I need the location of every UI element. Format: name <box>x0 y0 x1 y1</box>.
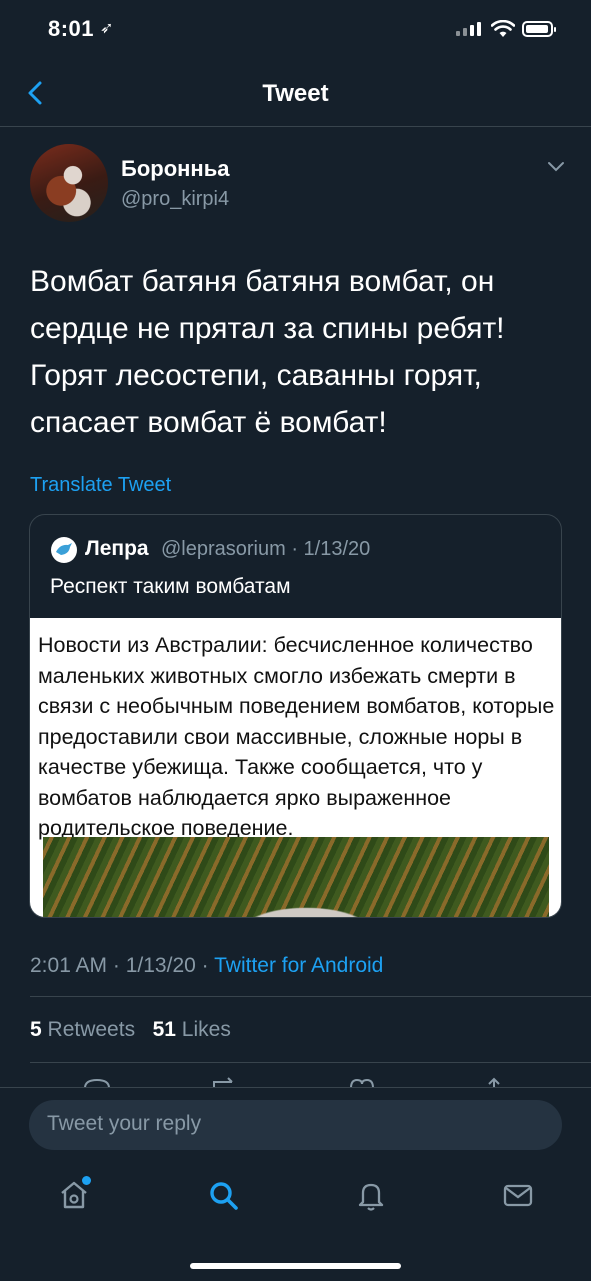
reply-icon[interactable] <box>82 1074 112 1088</box>
header-divider <box>0 126 591 127</box>
quoted-tweet[interactable]: Лепра @leprasorium · 1/13/20 Респект так… <box>29 514 562 918</box>
notifications-icon[interactable] <box>354 1178 388 1212</box>
quote-text: Респект таким вомбатам <box>50 575 291 598</box>
stats-divider-bottom <box>30 1062 591 1063</box>
location-arrow-icon: ➶ <box>100 20 114 37</box>
translate-tweet-link[interactable]: Translate Tweet <box>30 474 171 497</box>
cellular-signal-icon <box>456 22 481 36</box>
status-time: 8:01 <box>48 16 95 41</box>
tweet-source-link[interactable]: Twitter for Android <box>214 954 383 977</box>
wifi-icon <box>491 20 515 37</box>
likes-label: Likes <box>181 1018 231 1041</box>
quote-handle-date: @leprasorium · 1/13/20 <box>161 538 371 560</box>
retweets-stat[interactable]: 5 Retweets <box>30 1018 135 1041</box>
home-notification-dot <box>82 1176 91 1185</box>
author-avatar[interactable] <box>30 144 108 222</box>
search-icon[interactable] <box>206 1178 240 1212</box>
likes-count: 51 <box>152 1018 176 1041</box>
likes-stat[interactable]: 51 Likes <box>153 1018 231 1041</box>
tweet-time: 2:01 AM <box>30 954 108 977</box>
like-icon[interactable] <box>347 1074 377 1088</box>
home-indicator <box>190 1263 401 1269</box>
retweets-count: 5 <box>30 1018 42 1041</box>
stats-divider-top <box>30 996 591 997</box>
tweet-timestamp: 2:01 AM · 1/13/20 · Twitter for Android <box>30 954 384 977</box>
tweet-text: Вомбат батяня батяня вомбат, он сердце н… <box>30 265 505 439</box>
author-handle[interactable]: @pro_kirpi4 <box>121 188 229 211</box>
bird-logo-icon <box>56 543 72 555</box>
battery-icon <box>522 21 556 37</box>
messages-icon[interactable] <box>501 1178 535 1212</box>
author-name[interactable]: Боронньа <box>121 156 229 182</box>
retweet-icon[interactable] <box>210 1074 240 1088</box>
tweet-stats: 5 Retweets 51 Likes <box>30 1018 231 1042</box>
share-icon[interactable] <box>479 1074 509 1088</box>
media-caption-text: Новости из Австралии: бесчисленное колич… <box>38 633 555 840</box>
wombat-photo <box>43 837 549 917</box>
quote-author-name: Лепра <box>85 537 149 560</box>
quote-media-image[interactable]: Новости из Австралии: бесчисленное колич… <box>30 618 561 917</box>
page-title: Tweet <box>262 80 329 107</box>
reply-input[interactable]: Tweet your reply <box>29 1100 562 1150</box>
tweet-date: 1/13/20 <box>125 954 196 977</box>
retweets-label: Retweets <box>47 1018 136 1041</box>
quote-avatar <box>51 537 77 563</box>
chevron-down-icon[interactable] <box>546 160 566 174</box>
